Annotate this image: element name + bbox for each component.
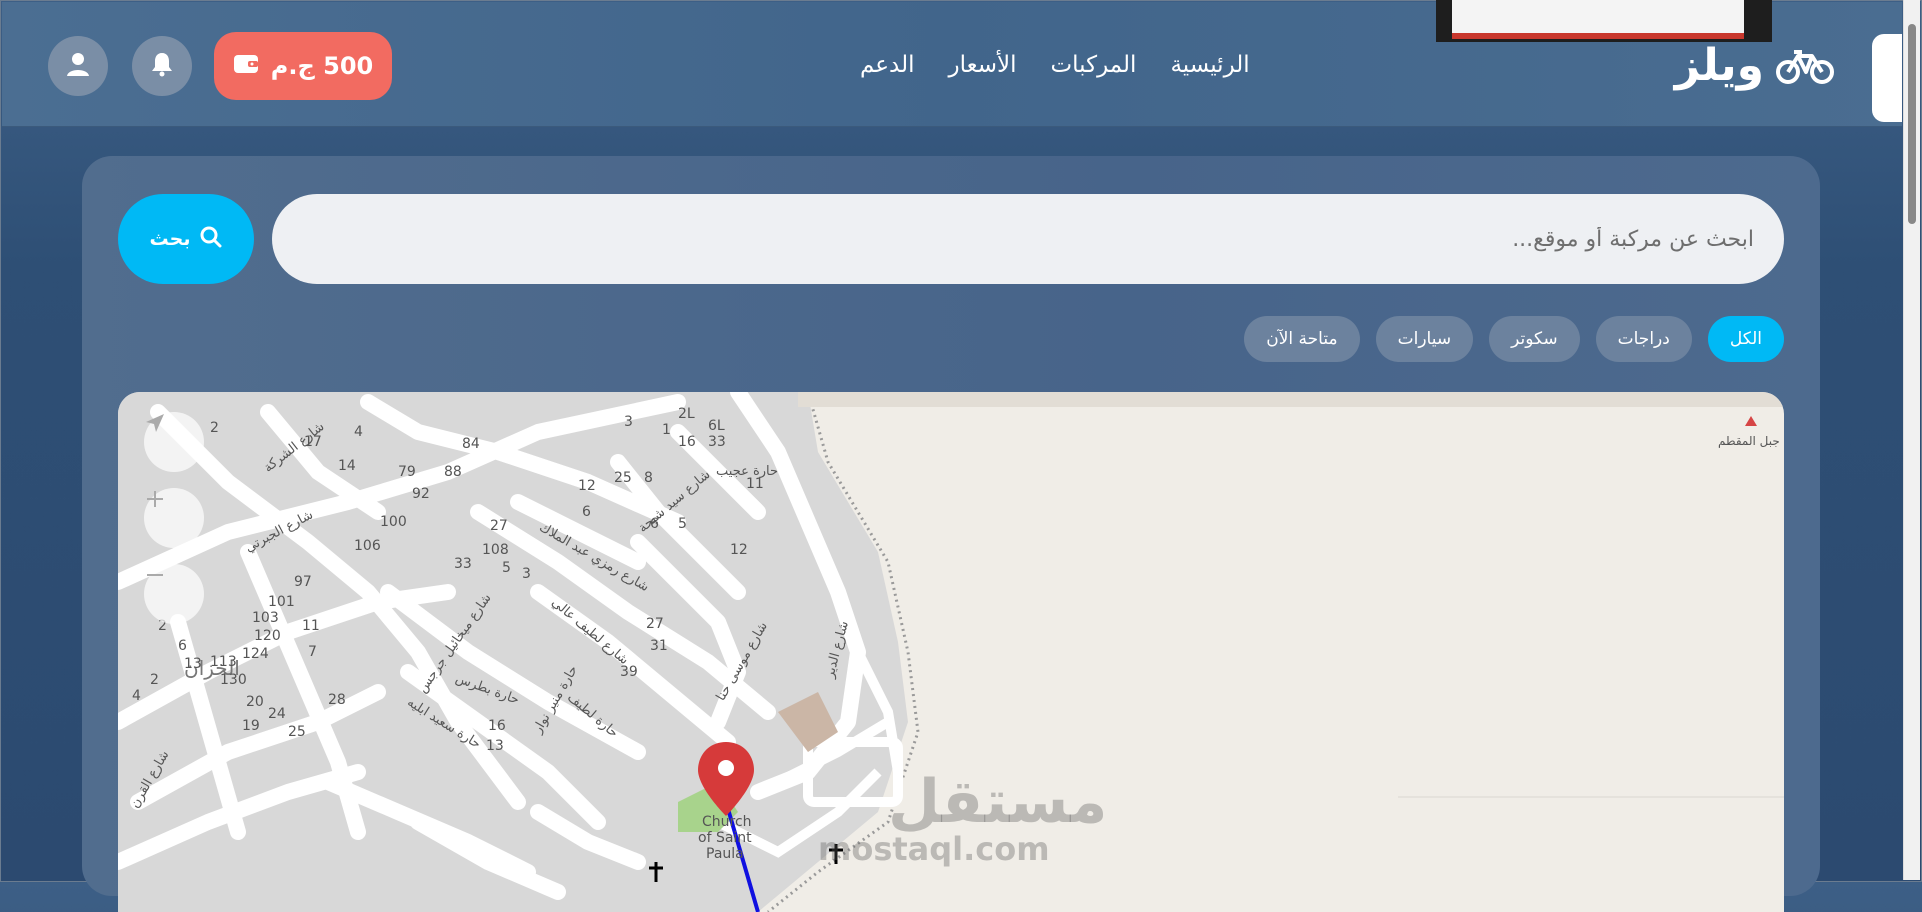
house-number: 1 bbox=[662, 422, 671, 438]
house-number: 12 bbox=[730, 542, 748, 558]
house-number: 16 bbox=[488, 718, 506, 734]
nav-prices[interactable]: الأسعار bbox=[949, 48, 1017, 82]
house-number: 6L bbox=[708, 418, 725, 434]
house-number: 88 bbox=[444, 464, 462, 480]
main-nav: الرئيسية المركبات الأسعار الدعم bbox=[860, 48, 1250, 82]
house-number: 2 bbox=[150, 672, 159, 688]
house-number: 13 bbox=[184, 656, 202, 672]
house-number: 24 bbox=[268, 706, 286, 722]
house-number: 6 bbox=[650, 516, 659, 532]
map-place-label: of Saint bbox=[698, 830, 752, 846]
house-number: 8 bbox=[644, 470, 653, 486]
house-number: 17 bbox=[304, 434, 322, 450]
wallet-icon bbox=[233, 52, 259, 80]
filter-chips: الكل دراجات سكوتر سيارات متاحة الآن bbox=[1244, 316, 1784, 362]
search-card: بحث الكل دراجات سكوتر سيارات متاحة الآن bbox=[82, 156, 1820, 912]
house-number: 100 bbox=[380, 514, 407, 530]
locate-button[interactable] bbox=[144, 412, 204, 472]
house-number: 108 bbox=[482, 542, 509, 558]
house-number: 7 bbox=[308, 644, 317, 660]
watermark-url: mostaql.com bbox=[818, 830, 1050, 868]
zoom-in-button[interactable] bbox=[144, 488, 204, 548]
house-number: 92 bbox=[412, 486, 430, 502]
profile-button[interactable] bbox=[48, 36, 108, 96]
house-number: 97 bbox=[294, 574, 312, 590]
nav-vehicles[interactable]: المركبات bbox=[1051, 48, 1137, 82]
house-number: 25 bbox=[288, 724, 306, 740]
brand-logo: ويلز bbox=[1674, 40, 1764, 91]
house-number: 79 bbox=[398, 464, 416, 480]
user-icon bbox=[66, 51, 90, 81]
house-number: 6 bbox=[178, 638, 187, 654]
filter-available-now[interactable]: متاحة الآن bbox=[1244, 316, 1360, 362]
zoom-out-button[interactable] bbox=[144, 564, 204, 624]
house-number: 12 bbox=[578, 478, 596, 494]
map-view[interactable]: الخزان جبل المقطم Church of Saint Paula … bbox=[118, 392, 1784, 912]
house-number: 14 bbox=[338, 458, 356, 474]
house-number: 2L bbox=[678, 406, 695, 422]
map-place-label: Church bbox=[702, 814, 752, 830]
search-icon bbox=[200, 226, 222, 253]
house-number: 6 bbox=[582, 504, 591, 520]
house-number: 20 bbox=[246, 694, 264, 710]
house-number: 13 bbox=[486, 738, 504, 754]
search-button-label: بحث bbox=[149, 228, 191, 250]
house-number: 28 bbox=[328, 692, 346, 708]
house-number: 39 bbox=[620, 664, 638, 680]
search-button[interactable]: بحث bbox=[118, 194, 254, 284]
house-number: 120 bbox=[254, 628, 281, 644]
house-number: 19 bbox=[242, 718, 260, 734]
house-number: 124 bbox=[242, 646, 269, 662]
house-number: 25 bbox=[614, 470, 632, 486]
house-number: 27 bbox=[646, 616, 664, 632]
house-number: 31 bbox=[650, 638, 668, 654]
filter-all[interactable]: الكل bbox=[1707, 316, 1784, 362]
bell-icon bbox=[150, 51, 174, 81]
house-number: 130 bbox=[220, 672, 247, 688]
filter-cars[interactable]: سيارات bbox=[1375, 316, 1474, 362]
house-number: 103 bbox=[252, 610, 279, 626]
house-number: 2 bbox=[210, 420, 219, 436]
watermark-arabic: مستقل bbox=[888, 767, 1108, 837]
screen-share-thumbnail bbox=[1436, 0, 1772, 42]
watermark: مستقل mostaql.com bbox=[818, 767, 1108, 866]
thumbnail-slide bbox=[1452, 0, 1744, 36]
house-number: 16 bbox=[678, 434, 696, 450]
filter-bikes[interactable]: دراجات bbox=[1595, 316, 1692, 362]
house-number: 101 bbox=[268, 594, 295, 610]
wallet-button[interactable]: 500 ج.م bbox=[214, 32, 392, 100]
bicycle-icon bbox=[1776, 46, 1834, 86]
filter-scooters[interactable]: سكوتر bbox=[1489, 316, 1580, 362]
house-number: 84 bbox=[462, 436, 480, 452]
house-number: 11 bbox=[302, 618, 320, 634]
scrollbar-thumb[interactable] bbox=[1908, 24, 1916, 224]
house-number: 4 bbox=[354, 424, 363, 440]
notifications-button[interactable] bbox=[132, 36, 192, 96]
house-number: 33 bbox=[454, 556, 472, 572]
house-number: 27 bbox=[490, 518, 508, 534]
house-number: 3 bbox=[624, 414, 633, 430]
wallet-balance: 500 ج.م bbox=[270, 52, 374, 80]
house-number: 5 bbox=[502, 560, 511, 576]
thumbnail-status-bar bbox=[1452, 33, 1744, 39]
map-place-label: Paula bbox=[706, 846, 744, 862]
page-scrollbar[interactable] bbox=[1903, 0, 1920, 880]
house-number: 3 bbox=[522, 566, 531, 582]
house-number: 5 bbox=[678, 516, 687, 532]
house-number: 33 bbox=[708, 434, 726, 450]
nav-support[interactable]: الدعم bbox=[860, 48, 915, 82]
house-number: 11 bbox=[746, 476, 764, 492]
nav-home[interactable]: الرئيسية bbox=[1170, 48, 1249, 82]
search-input[interactable] bbox=[272, 194, 1784, 284]
house-number: 113 bbox=[210, 654, 237, 670]
brand[interactable]: ويلز bbox=[1675, 40, 1834, 92]
map-place-label: جبل المقطم bbox=[1718, 434, 1780, 448]
house-number: 4 bbox=[132, 688, 141, 704]
side-panel-tab[interactable] bbox=[1872, 34, 1902, 122]
house-number: 106 bbox=[354, 538, 381, 554]
